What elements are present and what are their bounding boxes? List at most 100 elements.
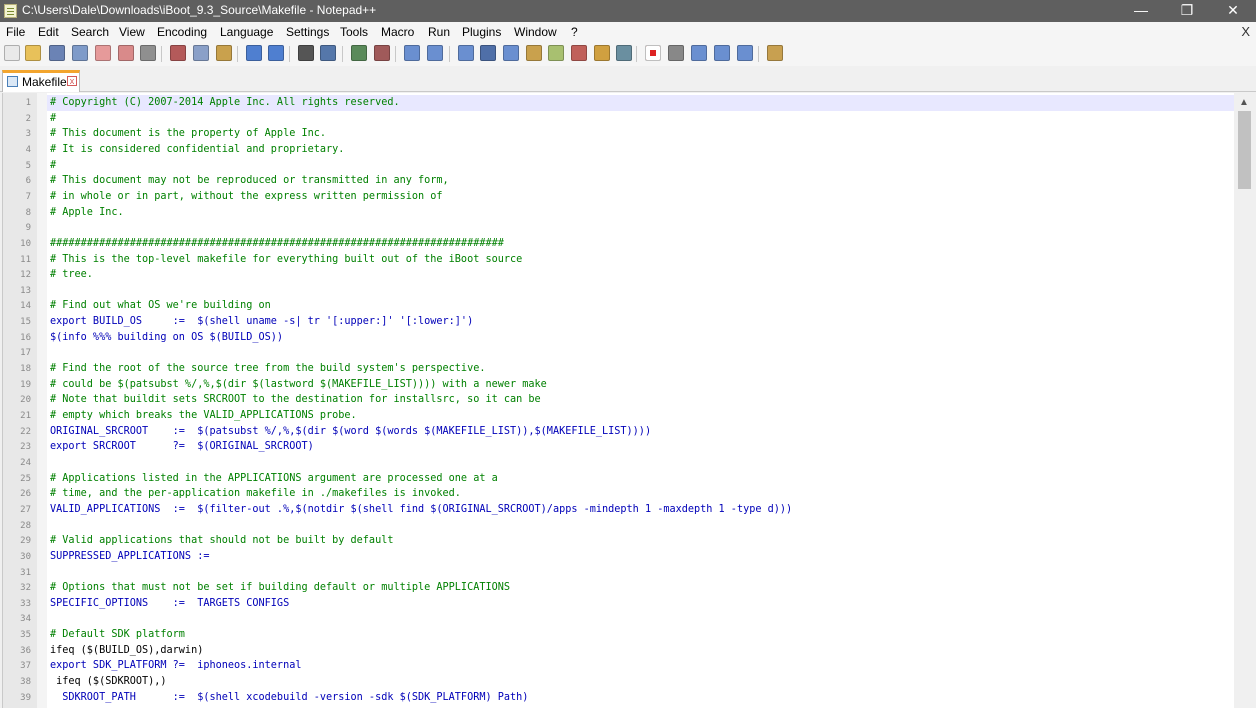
- redo-icon[interactable]: [268, 45, 284, 61]
- line-number: 28: [20, 520, 31, 531]
- launch-in-browser-icon[interactable]: [767, 45, 783, 61]
- line-number: 37: [20, 661, 31, 672]
- line-number: 18: [20, 364, 31, 375]
- code-text: # Options that must not be set if buildi…: [50, 582, 511, 594]
- menu-view[interactable]: View: [119, 25, 145, 39]
- function-list-icon[interactable]: [571, 45, 587, 61]
- code-text: # empty which breaks the VALID_APPLICATI…: [50, 410, 357, 421]
- line-number: 12: [20, 270, 31, 281]
- line-number: 2: [25, 113, 31, 124]
- scrollbar-thumb[interactable]: [1238, 111, 1251, 189]
- line-number: 32: [20, 583, 31, 594]
- record-macro-icon[interactable]: [645, 45, 661, 61]
- stop-recording-icon[interactable]: [668, 45, 684, 61]
- zoom-out-icon[interactable]: [374, 45, 390, 61]
- zoom-in-icon[interactable]: [351, 45, 367, 61]
- run-macro-multiple-icon[interactable]: [714, 45, 730, 61]
- undo-icon[interactable]: [246, 45, 262, 61]
- menu-file[interactable]: File: [6, 25, 25, 39]
- paste-icon[interactable]: [216, 45, 232, 61]
- toolbar-separator: [237, 46, 238, 62]
- doc-map-icon[interactable]: [548, 45, 564, 61]
- toolbar-separator: [289, 46, 290, 62]
- menu-window[interactable]: Window: [514, 25, 557, 39]
- replace-icon[interactable]: [320, 45, 336, 61]
- save-macro-icon[interactable]: [737, 45, 753, 61]
- code-text: ########################################…: [50, 237, 504, 249]
- toolbar-separator: [342, 46, 343, 62]
- code-line: 8 # Apple Inc.: [3, 205, 1234, 221]
- menu-run[interactable]: Run: [428, 25, 450, 39]
- minimize-button[interactable]: —: [1118, 0, 1164, 22]
- code-line: 16 $(info %%% building on OS $(BUILD_OS)): [3, 330, 1234, 346]
- sync-horizontal-icon[interactable]: [427, 45, 443, 61]
- code-line: 1 # Copyright (C) 2007-2014 Apple Inc. Al…: [3, 95, 1234, 111]
- tab-makefile[interactable]: Makefile x: [2, 70, 80, 92]
- word-wrap-icon[interactable]: [458, 45, 474, 61]
- open-file-icon[interactable]: [25, 45, 41, 61]
- code-line: 10 ######################################…: [3, 236, 1234, 252]
- code-text: # Applications listed in the APPLICATION…: [50, 472, 498, 484]
- close-icon[interactable]: [95, 45, 111, 61]
- menu-plugins[interactable]: Plugins: [462, 25, 501, 39]
- saved-file-icon: [7, 76, 18, 87]
- menu-encoding[interactable]: Encoding: [157, 25, 207, 39]
- copy-icon[interactable]: [193, 45, 209, 61]
- indent-guide-icon[interactable]: [503, 45, 519, 61]
- print-icon[interactable]: [140, 45, 156, 61]
- code-line: 34: [3, 611, 1234, 627]
- menu-macro[interactable]: Macro: [381, 25, 414, 39]
- toolbar-separator: [449, 46, 450, 62]
- code-line: 5 #: [3, 158, 1234, 174]
- code-line: 30 SUPPRESSED_APPLICATIONS :=: [3, 549, 1234, 565]
- line-number: 31: [20, 567, 31, 578]
- save-icon[interactable]: [49, 45, 65, 61]
- menu-help[interactable]: ?: [571, 25, 578, 39]
- code-text: # Copyright (C) 2007-2014 Apple Inc. All…: [50, 97, 400, 108]
- user-language-icon[interactable]: [526, 45, 542, 61]
- code-text: $(info %%% building on OS $(BUILD_OS)): [50, 331, 284, 343]
- new-file-icon[interactable]: [4, 45, 20, 61]
- scroll-up-icon[interactable]: ▲: [1239, 97, 1249, 108]
- code-text: # Valid applications that should not be …: [50, 535, 394, 547]
- code-line: 20 # Note that buildit sets SRCROOT to th…: [3, 392, 1234, 408]
- restore-button[interactable]: ❐: [1164, 0, 1210, 22]
- find-icon[interactable]: [298, 45, 314, 61]
- line-number: 26: [20, 489, 31, 500]
- menu-search[interactable]: Search: [71, 25, 109, 39]
- show-all-characters-icon[interactable]: [480, 45, 496, 61]
- code-text: # This is the top-level makefile for eve…: [50, 253, 523, 265]
- code-text: # Find the root of the source tree from …: [50, 363, 486, 375]
- sync-vertical-icon[interactable]: [404, 45, 420, 61]
- code-line: 29 # Valid applications that should not b…: [3, 533, 1234, 549]
- save-all-icon[interactable]: [72, 45, 88, 61]
- menu-tools[interactable]: Tools: [340, 25, 368, 39]
- code-line: 35 # Default SDK platform: [3, 627, 1234, 643]
- code-line: 15 export BUILD_OS := $(shell uname -s| t…: [3, 314, 1234, 330]
- close-all-icon[interactable]: [118, 45, 134, 61]
- line-number: 4: [25, 144, 31, 155]
- code-line: 32 # Options that must not be set if buil…: [3, 580, 1234, 596]
- close-document-icon[interactable]: X: [1241, 24, 1250, 39]
- toolbar-separator: [395, 46, 396, 62]
- code-text: ORIGINAL_SRCROOT := $(patsubst %/,%,$(di…: [50, 425, 652, 437]
- line-number: 35: [20, 630, 31, 641]
- line-number: 14: [20, 301, 31, 312]
- code-line: 18 # Find the root of the source tree fro…: [3, 361, 1234, 377]
- close-button[interactable]: ✕: [1210, 0, 1256, 22]
- code-line: 23 export SRCROOT ?= $(ORIGINAL_SRCROOT): [3, 439, 1234, 455]
- cut-icon[interactable]: [170, 45, 186, 61]
- menu-language[interactable]: Language: [220, 25, 273, 39]
- editor-pane[interactable]: 1 # Copyright (C) 2007-2014 Apple Inc. Al…: [2, 93, 1234, 708]
- menu-edit[interactable]: Edit: [38, 25, 59, 39]
- vertical-scrollbar[interactable]: ▲: [1234, 93, 1256, 708]
- line-number: 10: [20, 238, 31, 249]
- code-line: 25 # Applications listed in the APPLICATI…: [3, 471, 1234, 487]
- code-text: VALID_APPLICATIONS := $(filter-out .%,$(…: [50, 503, 793, 515]
- playback-macro-icon[interactable]: [691, 45, 707, 61]
- line-number: 7: [25, 191, 31, 202]
- folder-as-workspace-icon[interactable]: [594, 45, 610, 61]
- tab-close-icon[interactable]: x: [67, 76, 77, 86]
- monitoring-icon[interactable]: [616, 45, 632, 61]
- menu-settings[interactable]: Settings: [286, 25, 329, 39]
